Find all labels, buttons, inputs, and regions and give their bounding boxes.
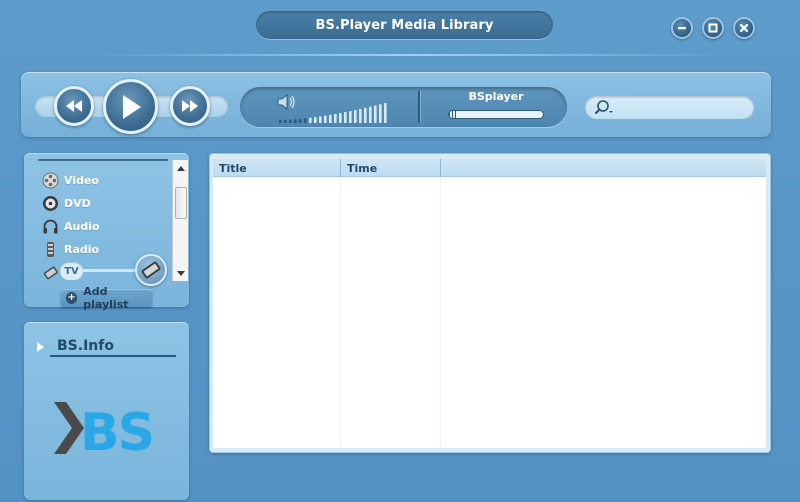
tv-icon xyxy=(41,263,59,281)
category-label: Video xyxy=(64,173,99,187)
play-button[interactable] xyxy=(103,79,158,134)
search-box[interactable] xyxy=(585,96,754,119)
column-divider xyxy=(340,177,341,448)
plus-icon: + xyxy=(66,292,78,304)
category-label: Radio xyxy=(64,242,100,256)
title-divider xyxy=(90,54,730,56)
maximize-icon xyxy=(708,23,718,33)
volume-bar xyxy=(284,119,287,123)
category-radio[interactable]: Radio xyxy=(41,240,99,258)
volume-bar xyxy=(369,106,372,123)
category-video[interactable]: Video xyxy=(41,171,99,189)
category-audio[interactable]: Audio xyxy=(41,217,100,235)
volume-bar xyxy=(324,115,327,123)
window-title: BS.Player Media Library xyxy=(315,17,494,33)
tv-icon xyxy=(141,261,161,279)
volume-bar xyxy=(374,105,377,123)
volume-bar xyxy=(379,104,382,123)
headphones-icon xyxy=(41,217,59,235)
volume-bar xyxy=(339,113,342,123)
category-label: TV xyxy=(60,262,83,280)
volume-bar xyxy=(304,118,307,123)
volume-bar xyxy=(344,112,347,123)
category-dvd[interactable]: DVD xyxy=(41,194,91,212)
volume-bar xyxy=(319,116,322,123)
fast-forward-icon xyxy=(182,100,198,112)
volume-bar xyxy=(309,117,312,123)
volume-bar xyxy=(359,108,362,123)
volume-bar xyxy=(334,113,337,123)
volume-slider[interactable] xyxy=(279,102,391,124)
fast-forward-button[interactable] xyxy=(170,86,210,126)
progress-fill xyxy=(449,111,459,118)
column-title[interactable]: Title xyxy=(213,159,341,177)
column-divider xyxy=(440,177,441,448)
volume-bar xyxy=(294,119,297,123)
list-body[interactable] xyxy=(213,177,766,448)
drag-handle[interactable] xyxy=(135,254,167,286)
progress-bar[interactable] xyxy=(448,110,544,119)
rewind-icon xyxy=(66,100,82,112)
close-icon xyxy=(739,23,749,33)
bs-logo-text: BS xyxy=(80,403,153,458)
search-input[interactable] xyxy=(617,99,745,116)
add-playlist-label: Add playlist xyxy=(83,285,129,311)
close-button[interactable] xyxy=(733,17,755,39)
volume-bar xyxy=(329,114,332,123)
expand-arrow-icon[interactable] xyxy=(36,341,45,353)
status-divider xyxy=(418,91,420,123)
volume-bar xyxy=(364,107,367,123)
play-icon xyxy=(122,94,141,119)
bs-logo: BS xyxy=(54,402,155,458)
film-reel-icon xyxy=(41,171,59,189)
volume-bar xyxy=(349,111,352,123)
chevron-down-icon xyxy=(177,270,185,276)
volume-bar xyxy=(384,103,387,123)
disc-icon xyxy=(41,194,59,212)
maximize-button[interactable] xyxy=(702,17,724,39)
category-label: Audio xyxy=(64,219,100,233)
player-name: BSplayer xyxy=(468,90,524,103)
minimize-button[interactable] xyxy=(671,17,693,39)
info-title[interactable]: BS.Info xyxy=(57,338,114,354)
add-playlist-button[interactable]: + Add playlist xyxy=(61,285,152,311)
category-divider xyxy=(38,159,168,161)
volume-bar xyxy=(299,118,302,123)
minimize-icon xyxy=(678,27,686,30)
column-time[interactable]: Time xyxy=(341,159,441,177)
radio-icon xyxy=(41,240,59,258)
info-underline xyxy=(50,355,176,357)
tv-slider-track xyxy=(82,269,138,272)
category-scrollbar[interactable] xyxy=(172,160,188,281)
volume-bar xyxy=(354,110,357,123)
scroll-up-button[interactable] xyxy=(173,162,189,174)
volume-bar xyxy=(289,119,292,123)
list-header: Title Time xyxy=(213,159,766,177)
volume-bar xyxy=(314,117,317,123)
search-icon[interactable] xyxy=(594,99,614,116)
window-title-bar[interactable]: BS.Player Media Library xyxy=(256,11,553,39)
volume-bar xyxy=(279,120,282,123)
scroll-down-button[interactable] xyxy=(173,267,189,279)
category-label: DVD xyxy=(64,196,91,210)
rewind-button[interactable] xyxy=(54,86,94,126)
category-tv[interactable] xyxy=(41,263,59,281)
scrollbar-thumb[interactable] xyxy=(175,187,187,219)
chevron-up-icon xyxy=(177,165,185,171)
